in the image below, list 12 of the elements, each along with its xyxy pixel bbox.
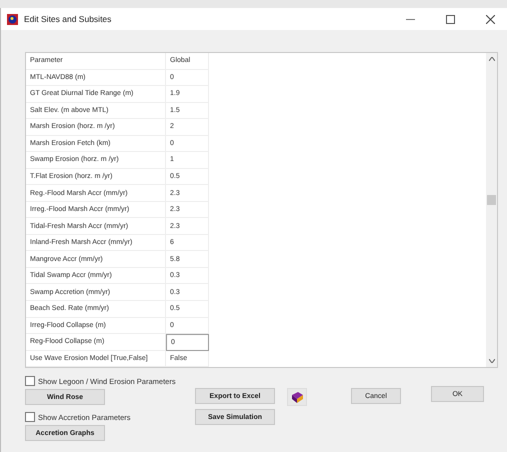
- scroll-up-icon[interactable]: [488, 57, 494, 61]
- app-icon: [7, 14, 18, 24]
- checkbox[interactable]: [25, 412, 35, 422]
- maximize-icon: [446, 14, 454, 24]
- window-title: Edit Sites and Subsites: [24, 14, 112, 24]
- scroll-down-icon[interactable]: [488, 359, 494, 363]
- help-book-button[interactable]: [287, 388, 307, 406]
- scrollbar-thumb[interactable]: [487, 195, 496, 205]
- checkbox[interactable]: [25, 376, 35, 386]
- close-icon: [486, 14, 494, 24]
- scrollbar[interactable]: [486, 53, 497, 367]
- minimize-icon: [406, 18, 414, 20]
